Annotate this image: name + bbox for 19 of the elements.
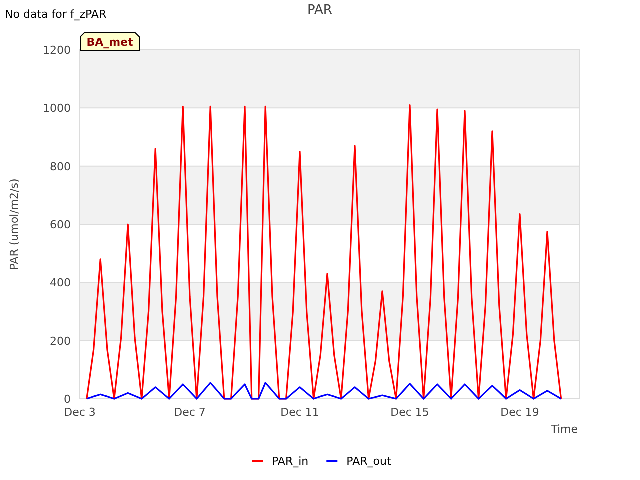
legend-label: PAR_in xyxy=(272,455,309,468)
status-message: No data for f_zPAR xyxy=(5,8,107,21)
x-tick-label: Dec 15 xyxy=(390,406,430,419)
y-tick-label: 600 xyxy=(50,218,71,232)
y-axis-label: PAR (umol/m2/s) xyxy=(8,178,21,270)
chart-title: PAR xyxy=(308,3,332,18)
y-tick-label: 1200 xyxy=(43,44,71,57)
y-tick-label: 800 xyxy=(50,160,71,174)
dataset-tag: BA_met xyxy=(80,32,140,51)
x-tick-label: Dec 3 xyxy=(64,406,96,419)
y-tick-label: 400 xyxy=(50,276,71,290)
x-tick-label: Dec 19 xyxy=(500,406,540,419)
x-axis-label: Time xyxy=(551,423,578,436)
x-tick-label: Dec 11 xyxy=(280,406,320,419)
y-tick-label: 200 xyxy=(50,334,71,348)
y-tick-label: 0 xyxy=(64,393,71,406)
y-tick-label: 1000 xyxy=(43,102,71,116)
x-tick-label: Dec 7 xyxy=(174,406,206,419)
legend-label: PAR_out xyxy=(346,455,392,468)
